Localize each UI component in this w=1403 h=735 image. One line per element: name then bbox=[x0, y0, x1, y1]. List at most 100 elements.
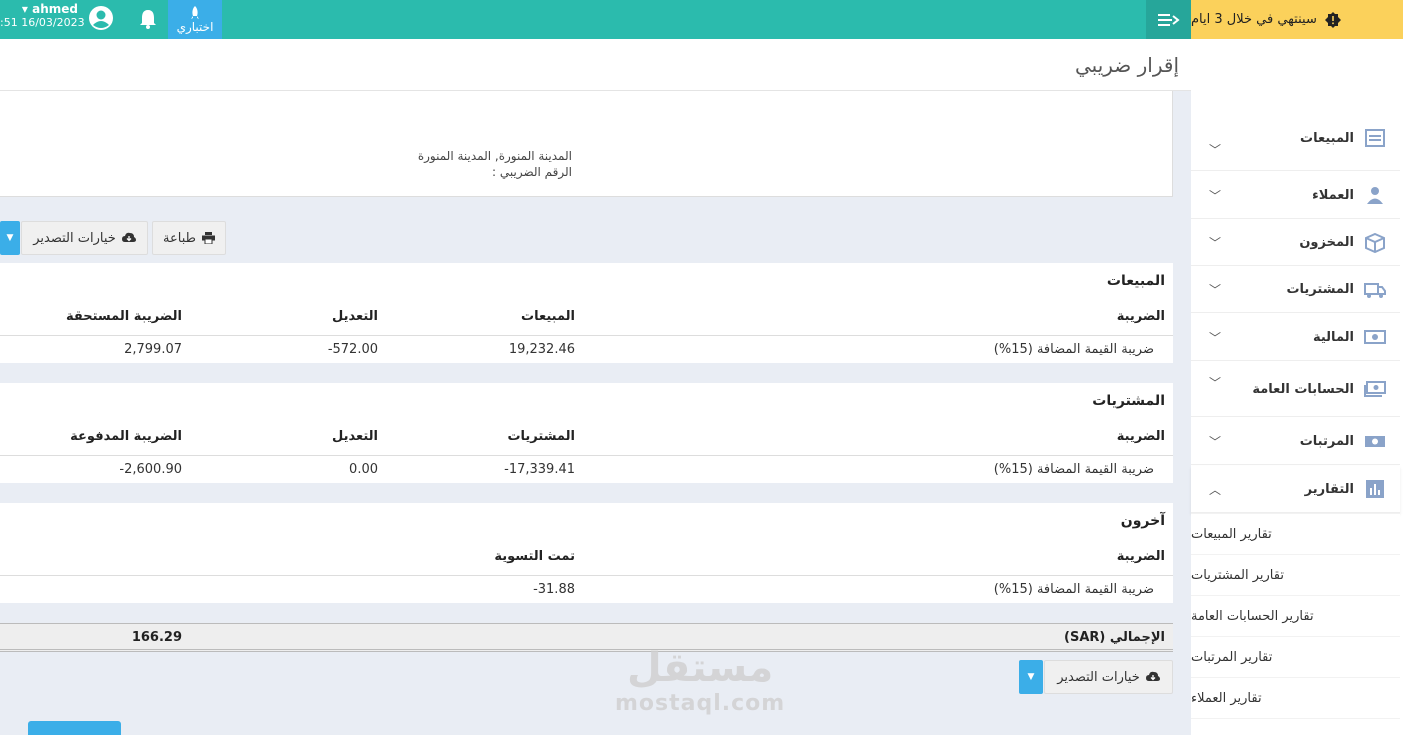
print-icon bbox=[201, 232, 215, 244]
purchases-row-paid-tax: -2,600.90 bbox=[119, 462, 182, 477]
menu-collapse-icon bbox=[1157, 13, 1180, 26]
money-stack-icon bbox=[1364, 381, 1386, 397]
chevron-down-icon: ﹀ bbox=[1209, 188, 1222, 203]
submenu-customers-reports[interactable]: تقارير العملاء bbox=[1191, 677, 1400, 718]
submenu-label: تقارير المبيعات bbox=[1191, 526, 1272, 542]
purchases-row-adjustment: 0.00 bbox=[349, 462, 378, 477]
warning-text: سينتهي في خلال 3 ايام bbox=[1191, 12, 1317, 27]
bottom-export-options-button[interactable]: خيارات التصدير bbox=[1044, 660, 1173, 694]
sidebar-item-inventory[interactable]: ﹀ المخزون bbox=[1191, 220, 1400, 266]
chevron-down-icon: ﹀ bbox=[1209, 236, 1222, 250]
divider bbox=[0, 575, 1173, 576]
sidebar-item-sales[interactable]: ﹀ المبيعات bbox=[1191, 128, 1400, 171]
cloud-download-icon bbox=[121, 232, 136, 242]
sidebar-item-finance[interactable]: ﹀ المالية bbox=[1191, 314, 1400, 361]
export-dropdown-toggle[interactable]: ▼ bbox=[0, 221, 20, 255]
submenu-general-accounts-reports[interactable]: تقارير الحسابات العامة bbox=[1191, 595, 1400, 636]
others-row-settled: -31.88 bbox=[533, 582, 575, 597]
sidebar-toggle-button[interactable] bbox=[1146, 0, 1191, 39]
sidebar-item-general-accounts[interactable]: ﹀ الحسابات العامة bbox=[1191, 362, 1400, 417]
divider bbox=[0, 455, 1173, 456]
submenu-label: تقارير الحسابات العامة bbox=[1191, 608, 1314, 624]
export-options-button[interactable]: خيارات التصدير bbox=[21, 221, 148, 255]
user-avatar-icon[interactable] bbox=[88, 5, 114, 31]
sales-row-due-tax: 2,799.07 bbox=[124, 342, 182, 357]
mostaql-watermark: مستقل mostaql.com bbox=[615, 645, 785, 716]
rocket-icon bbox=[191, 5, 199, 19]
sales-title: المبيعات bbox=[1106, 273, 1165, 289]
alert-badge-icon bbox=[1324, 11, 1341, 28]
export-label: خيارات التصدير bbox=[1057, 669, 1140, 685]
sidebar-item-label: المشتريات bbox=[1286, 282, 1354, 297]
sales-header-sales: المبيعات bbox=[521, 309, 575, 324]
trial-button[interactable]: اختباري bbox=[168, 0, 222, 39]
sidebar-item-label: الحسابات العامة bbox=[1252, 381, 1354, 397]
company-info: المدينة المنورة, المدينة المنورة الرقم ا… bbox=[0, 91, 1173, 197]
purchases-title: المشتريات bbox=[1092, 393, 1165, 409]
subscription-warning: سينتهي في خلال 3 ايام bbox=[1191, 0, 1403, 39]
submenu-label: تقارير المرتبات bbox=[1191, 649, 1273, 665]
receipt-icon bbox=[1365, 129, 1385, 147]
chevron-down-icon: ﹀ bbox=[1209, 376, 1222, 390]
sidebar-item-customers[interactable]: ﹀ العملاء bbox=[1191, 172, 1400, 219]
user-menu[interactable]: ▾ ahmed :51 16/03/2023 bbox=[0, 2, 85, 29]
others-panel: آخرون الضريبة تمت التسوية ضريبة القيمة ا… bbox=[0, 503, 1173, 603]
money-icon bbox=[1364, 330, 1386, 344]
print-label: طباعة bbox=[163, 230, 196, 246]
cloud-download-icon bbox=[1145, 671, 1160, 681]
others-title: آخرون bbox=[1120, 513, 1165, 529]
export-label: خيارات التصدير bbox=[33, 230, 116, 246]
submenu-sales-reports[interactable]: تقارير المبيعات bbox=[1191, 513, 1400, 554]
purchases-row-tax: ضريبة القيمة المضافة (15%) bbox=[993, 462, 1154, 477]
purchases-header-adjustment: التعديل bbox=[332, 429, 378, 444]
bottom-export-dropdown-toggle[interactable]: ▼ bbox=[1019, 660, 1043, 694]
sidebar-item-label: المرتبات bbox=[1299, 433, 1354, 449]
sidebar-item-label: المالية bbox=[1312, 329, 1354, 345]
submenu-payroll-reports[interactable]: تقارير المرتبات bbox=[1191, 636, 1400, 677]
submenu-partial-item[interactable] bbox=[1191, 718, 1400, 735]
chevron-up-icon: ︿ bbox=[1209, 482, 1222, 497]
sidebar-item-reports[interactable]: ︿ التقارير bbox=[1191, 466, 1400, 513]
submenu-label: تقارير العملاء bbox=[1191, 690, 1262, 706]
sidebar-item-purchases[interactable]: ﹀ المشتريات bbox=[1191, 267, 1400, 313]
bottom-action-button[interactable] bbox=[28, 721, 121, 735]
sales-row-adjustment: -572.00 bbox=[327, 342, 378, 357]
company-tax-number: الرقم الضريبي : bbox=[492, 165, 572, 179]
sidebar-item-label: التقارير bbox=[1304, 481, 1354, 497]
company-address: المدينة المنورة, المدينة المنورة bbox=[417, 149, 572, 163]
watermark-latin: mostaql.com bbox=[615, 691, 786, 716]
sales-header-adjustment: التعديل bbox=[332, 309, 378, 324]
top-navbar: ▾ ahmed :51 16/03/2023 اختباري bbox=[0, 0, 1191, 39]
sidebar-item-payroll[interactable]: ﹀ المرتبات bbox=[1191, 418, 1400, 465]
total-row: الإجمالي (SAR) 166.29 bbox=[0, 623, 1173, 652]
bar-chart-icon bbox=[1366, 480, 1384, 498]
total-value: 166.29 bbox=[131, 630, 182, 645]
sidebar-item-label: المخزون bbox=[1299, 235, 1354, 250]
chevron-down-icon: ﹀ bbox=[1209, 283, 1222, 297]
user-name: ahmed bbox=[32, 2, 78, 16]
sales-row-sales: 19,232.46 bbox=[508, 342, 575, 357]
submenu-purchases-reports[interactable]: تقارير المشتريات bbox=[1191, 554, 1400, 595]
trial-label: اختباري bbox=[176, 19, 214, 34]
sales-row-tax: ضريبة القيمة المضافة (15%) bbox=[993, 342, 1154, 357]
sales-header-due-tax: الضريبة المستحقة bbox=[65, 309, 182, 324]
box-icon bbox=[1365, 232, 1385, 253]
chevron-down-icon: ﹀ bbox=[1209, 142, 1222, 157]
truck-icon bbox=[1364, 282, 1386, 298]
purchases-header-purchases: المشتريات bbox=[507, 429, 575, 444]
chevron-down-icon: ﹀ bbox=[1209, 330, 1222, 345]
sidebar-item-label: العملاء bbox=[1312, 187, 1354, 203]
submenu-label: تقارير المشتريات bbox=[1191, 567, 1284, 583]
sidebar-item-label: المبيعات bbox=[1300, 130, 1354, 146]
others-row-tax: ضريبة القيمة المضافة (15%) bbox=[993, 582, 1154, 597]
sales-panel: المبيعات الضريبة المبيعات التعديل الضريب… bbox=[0, 263, 1173, 363]
divider bbox=[0, 335, 1173, 336]
others-header-tax: الضريبة bbox=[1116, 549, 1165, 564]
bell-icon[interactable] bbox=[137, 8, 159, 30]
purchases-row-purchases: -17,339.41 bbox=[504, 462, 575, 477]
print-button[interactable]: طباعة bbox=[152, 221, 226, 255]
purchases-header-paid-tax: الضريبة المدفوعة bbox=[70, 429, 182, 444]
page-header: إقرار ضريبي bbox=[0, 39, 1191, 91]
caret-down-icon: ▼ bbox=[1027, 672, 1035, 682]
watermark-arabic: مستقل bbox=[626, 645, 774, 691]
